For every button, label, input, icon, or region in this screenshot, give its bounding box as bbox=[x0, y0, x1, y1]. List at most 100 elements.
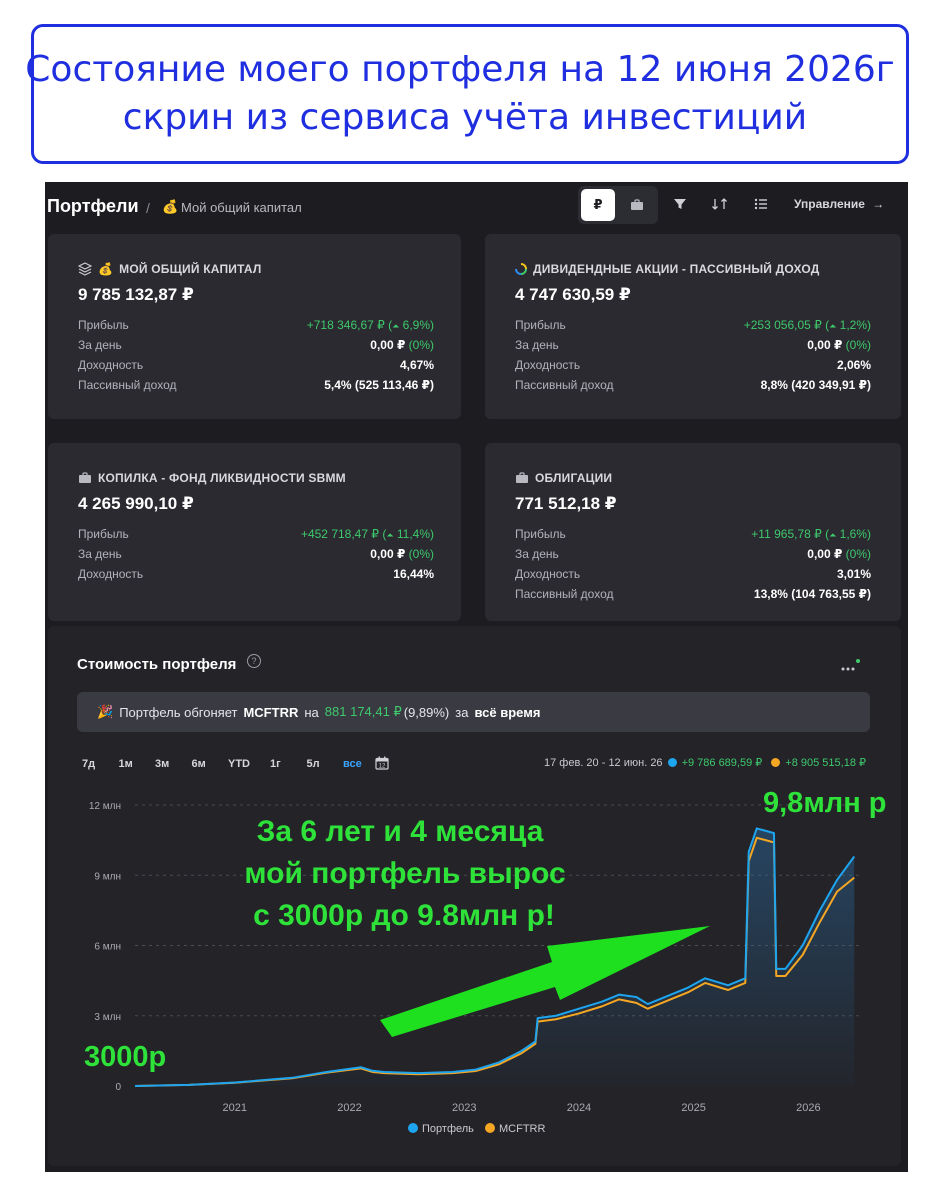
row-label: Доходность bbox=[78, 358, 144, 372]
card-row: За день 0,00 ₽ (0%) bbox=[515, 545, 871, 565]
row-label: Прибыль bbox=[515, 527, 566, 541]
index-dot-icon bbox=[771, 758, 781, 767]
profit-percent: 6,9% bbox=[399, 318, 430, 332]
annotation-banner: Состояние моего портфеля на 12 июня 2026… bbox=[25, 24, 909, 164]
period-button[interactable]: 1м bbox=[119, 750, 156, 778]
row-value: 0,00 ₽ (0%) bbox=[370, 338, 434, 352]
card-row: Доходность 4,67% bbox=[78, 356, 434, 376]
briefcase-icon bbox=[516, 472, 528, 483]
up-triangle-icon: ⏶ bbox=[386, 530, 394, 540]
day-amount: 0,00 ₽ bbox=[370, 338, 409, 352]
period-button[interactable]: 6м bbox=[192, 750, 229, 778]
row-label: Пассивный доход bbox=[515, 587, 614, 601]
row-label: Прибыль bbox=[78, 527, 129, 541]
row-value: 3,01% bbox=[836, 567, 871, 581]
row-label: За день bbox=[78, 547, 122, 561]
card-title: ОБЛИГАЦИИ bbox=[535, 471, 613, 485]
card-row: За день 0,00 ₽ (0%) bbox=[78, 336, 434, 356]
card-row: Доходность 16,44% bbox=[78, 565, 434, 585]
row-label: За день bbox=[515, 547, 559, 561]
card-title: КОПИЛКА - ФОНД ЛИКВИДНОСТИ SBMM bbox=[98, 471, 346, 485]
manage-button[interactable]: Управление → bbox=[794, 197, 884, 211]
profit-paren: ) bbox=[867, 527, 871, 541]
card-row: Прибыль +253 056,05 ₽ (⏶ 1,2%) bbox=[515, 316, 871, 336]
portfolio-card-total[interactable]: 💰 МОЙ ОБЩИЙ КАПИТАЛ 9 785 132,87 ₽ Прибы… bbox=[48, 234, 461, 419]
currency-view-button[interactable]: ₽ bbox=[581, 189, 615, 221]
more-dots-icon bbox=[841, 659, 860, 671]
period-button[interactable]: 3м bbox=[155, 750, 192, 778]
row-label: За день bbox=[515, 338, 559, 352]
day-percent: (0%) bbox=[845, 338, 871, 352]
banner-line-1: Состояние моего портфеля на 12 июня 2026… bbox=[25, 49, 895, 90]
portfolio-card-bonds[interactable]: ОБЛИГАЦИИ 771 512,18 ₽ Прибыль +11 965,78… bbox=[485, 443, 901, 621]
row-label: Доходность bbox=[78, 567, 144, 581]
portfolio-change: +9 786 689,59 ₽ bbox=[681, 757, 763, 769]
money-bag-icon: 💰 bbox=[162, 199, 179, 214]
more-options-button[interactable] bbox=[840, 658, 860, 672]
calendar-button[interactable]: 12 bbox=[375, 756, 389, 775]
card-row: Пассивный доход 8,8% (420 349,91 ₽) bbox=[515, 376, 871, 396]
filter-icon bbox=[674, 199, 686, 209]
date-range: 17 фев. 20 - 12 июн. 26 bbox=[544, 756, 663, 769]
notice-pre: Портфель обгоняет bbox=[119, 704, 238, 720]
card-total-value: 9 785 132,87 ₽ bbox=[78, 285, 194, 304]
row-value: +718 346,67 ₽ (⏶ 6,9%) bbox=[307, 318, 434, 332]
day-percent: (0%) bbox=[408, 338, 434, 352]
portfolio-card-dividend[interactable]: ДИВИДЕНДНЫЕ АКЦИИ - ПАССИВНЫЙ ДОХОД 4 74… bbox=[485, 234, 901, 419]
portfolio-card-savings[interactable]: КОПИЛКА - ФОНД ЛИКВИДНОСТИ SBMM 4 265 99… bbox=[48, 443, 461, 621]
day-amount: 0,00 ₽ bbox=[807, 338, 846, 352]
top-bar: Портфели / 💰 Мой общий капитал ₽ Управле… bbox=[45, 182, 908, 232]
profit-amount: +11 965,78 ₽ ( bbox=[751, 527, 830, 541]
period-button[interactable]: 5л bbox=[307, 750, 344, 778]
row-value: +11 965,78 ₽ (⏶ 1,6%) bbox=[751, 527, 871, 541]
period-button[interactable]: 7д bbox=[82, 750, 119, 778]
row-value: 0,00 ₽ (0%) bbox=[370, 547, 434, 561]
svg-text:12: 12 bbox=[379, 764, 386, 770]
sort-icon bbox=[712, 198, 727, 210]
profit-percent: 1,6% bbox=[836, 527, 867, 541]
card-total-value: 4 747 630,59 ₽ bbox=[515, 285, 631, 304]
card-row: Прибыль +452 718,47 ₽ (⏶ 11,4%) bbox=[78, 525, 434, 545]
manage-label: Управление bbox=[794, 197, 865, 211]
portfolio-dot-icon bbox=[667, 758, 677, 767]
list-view-button[interactable] bbox=[751, 194, 771, 214]
day-percent: (0%) bbox=[845, 547, 871, 561]
card-row: Доходность 2,06% bbox=[515, 356, 871, 376]
day-amount: 0,00 ₽ bbox=[807, 547, 846, 561]
index-change: +8 905 515,18 ₽ bbox=[785, 757, 866, 769]
period-selector: 7д 1м 3м 6м YTD 1г 5л все bbox=[82, 750, 380, 778]
view-mode-toggle: ₽ bbox=[578, 186, 658, 224]
card-row: За день 0,00 ₽ (0%) bbox=[515, 336, 871, 356]
card-row: Доходность 3,01% bbox=[515, 565, 871, 585]
breadcrumb-portfolios-link[interactable]: Портфели bbox=[47, 196, 139, 217]
briefcase-view-button[interactable] bbox=[620, 189, 654, 221]
profit-paren: ) bbox=[430, 527, 434, 541]
row-value: +452 718,47 ₽ (⏶ 11,4%) bbox=[301, 527, 434, 541]
sort-button[interactable] bbox=[710, 194, 730, 214]
day-percent: (0%) bbox=[408, 547, 434, 561]
card-title: ДИВИДЕНДНЫЕ АКЦИИ - ПАССИВНЫЙ ДОХОД bbox=[533, 262, 820, 276]
briefcase-icon bbox=[631, 199, 643, 210]
notice-ticker: MCFTRR bbox=[243, 704, 299, 720]
row-value: 4,67% bbox=[399, 358, 434, 372]
profit-paren: ) bbox=[867, 318, 871, 332]
chart-title: Стоимость портфеля bbox=[77, 656, 237, 673]
card-rows: Прибыль +11 965,78 ₽ (⏶ 1,6%) За день 0,00 … bbox=[515, 525, 871, 605]
notice-mid: на bbox=[304, 704, 319, 720]
row-value: 16,44% bbox=[393, 567, 434, 581]
row-label: Прибыль bbox=[515, 318, 566, 332]
benchmark-notice: 🎉 Портфель обгоняет MCFTRR на 881 174,41… bbox=[77, 692, 870, 732]
help-icon[interactable]: ? bbox=[247, 654, 261, 668]
arrow-right-icon: → bbox=[872, 197, 885, 211]
breadcrumb-current-portfolio: Мой общий капитал bbox=[181, 200, 302, 215]
row-label: Доходность bbox=[515, 358, 581, 372]
notice-period: всё время bbox=[474, 704, 541, 720]
filter-button[interactable] bbox=[670, 194, 690, 214]
period-button[interactable]: 1г bbox=[270, 750, 307, 778]
period-button[interactable]: YTD bbox=[228, 750, 270, 778]
range-summary: 17 фев. 20 - 12 июн. 26 +9 786 689,59 ₽ … bbox=[544, 756, 866, 770]
card-row: Пассивный доход 13,8% (104 763,55 ₽) bbox=[515, 585, 871, 605]
calendar-icon: 12 bbox=[375, 756, 389, 770]
colored-circle-icon bbox=[515, 263, 527, 275]
layers-icon bbox=[78, 262, 92, 276]
